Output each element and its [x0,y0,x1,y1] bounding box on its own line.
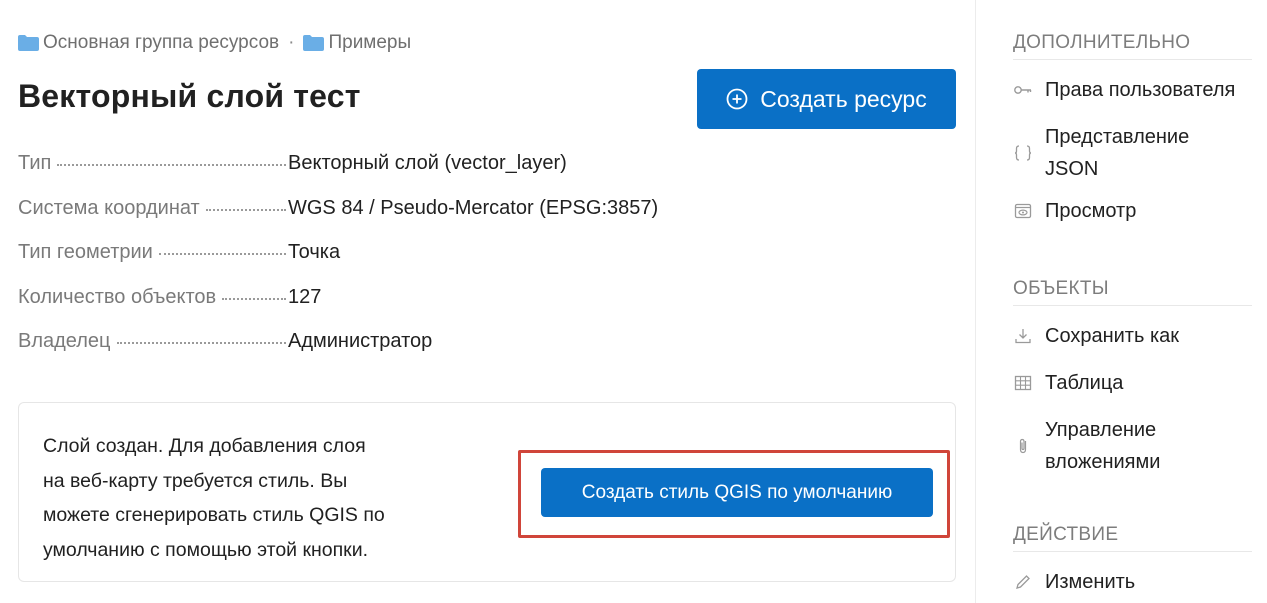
breadcrumb-item-examples[interactable]: Примеры [303,32,411,54]
section-title-action: ДЕЙСТВИЕ [1013,524,1252,552]
key-icon [1013,80,1033,100]
notice-line: Слой создан. Для добавления слоя [43,435,366,457]
section-title-additional: ДОПОЛНИТЕЛЬНО [1013,32,1252,60]
property-value: WGS 84 / Pseudo-Mercator (EPSG:3857) [288,196,659,219]
property-row-type: Тип Векторный слой (vector_layer) [18,152,698,197]
sidebar-item-label: Изменить [1045,571,1136,593]
sidebar-item-label-line: вложениями [1045,451,1161,473]
sidebar-item-preview[interactable]: Просмотр [1013,195,1258,227]
property-value: Точка [288,241,341,263]
folder-icon [18,35,39,51]
property-key: Владелец [18,330,286,353]
paperclip-icon [1013,436,1033,456]
right-sidebar: ДОПОЛНИТЕЛЬНО Права пользователя Предста… [975,0,1267,603]
style-notice-card: Слой создан. Для добавления слоя на веб-… [18,402,956,582]
properties-list: Тип Векторный слой (vector_layer) Систем… [18,152,698,375]
sidebar-item-save-as[interactable]: Сохранить как [1013,320,1258,352]
leader-dots [57,164,286,166]
property-key-label: Тип геометрии [18,241,153,263]
property-key-label: Количество объектов [18,285,217,308]
sidebar-item-user-permissions[interactable]: Права пользователя [1013,74,1258,106]
property-key: Тип [18,152,286,175]
braces-icon [1013,143,1033,163]
download-icon [1013,326,1033,346]
property-key-label: Тип [18,152,52,174]
breadcrumb-separator: · [288,32,295,53]
plus-circle-icon [726,88,748,110]
property-key: Тип геометрии [18,241,286,264]
property-value: Администратор [288,330,433,352]
table-icon [1013,373,1033,393]
notice-line: на веб-карту требуется стиль. Вы [43,469,348,492]
sidebar-item-label: Таблица [1045,372,1124,394]
sidebar-item-json-view[interactable]: Представление JSON [1013,121,1258,185]
leader-dots [222,297,286,300]
sidebar-item-label-line: Управление [1045,419,1157,441]
breadcrumb: Основная группа ресурсов · Примеры [18,32,411,54]
sidebar-item-label-wrap: Управление вложениями [1045,414,1160,478]
breadcrumb-label: Основная группа ресурсов [43,32,280,53]
property-key-label: Система координат [18,196,200,219]
section-title-objects: ОБЪЕКТЫ [1013,278,1252,306]
create-resource-button[interactable]: Создать ресурс [697,69,956,129]
create-default-style-button[interactable]: Создать стиль QGIS по умолчанию [541,468,933,517]
sidebar-item-label: Просмотр [1045,200,1137,222]
breadcrumb-item-main-group[interactable]: Основная группа ресурсов [18,32,279,54]
leader-dots [158,253,286,255]
property-key-label: Владелец [18,330,111,352]
property-key: Количество объектов [18,286,286,309]
breadcrumb-label: Примеры [328,32,412,53]
property-row-owner: Владелец Администратор [18,330,698,375]
leader-dots [116,342,286,344]
sidebar-item-label: Права пользователя [1045,79,1236,101]
sidebar-item-label-line: JSON [1045,158,1099,180]
page-title: Векторный слой тест [18,78,361,114]
property-value: 127 [288,285,322,308]
property-key: Система координат [18,197,286,220]
sidebar-item-table[interactable]: Таблица [1013,367,1258,399]
notice-line: умолчанию с помощью этой кнопки. [43,538,369,561]
sidebar-item-label-wrap: Представление JSON [1045,121,1189,185]
main-content: Основная группа ресурсов · Примеры Векто… [0,0,975,603]
preview-icon [1013,201,1033,221]
page: Основная группа ресурсов · Примеры Векто… [0,0,1267,603]
sidebar-item-edit[interactable]: Изменить [1013,566,1258,598]
notice-text: Слой создан. Для добавления слоя на веб-… [43,429,433,567]
folder-icon [303,35,325,51]
sidebar-item-label-line: Представление [1045,126,1190,148]
create-resource-label: Создать ресурс [760,85,927,112]
sidebar-item-label: Сохранить как [1045,325,1180,347]
pencil-icon [1013,572,1033,592]
property-row-count: Количество объектов 127 [18,286,698,331]
leader-dots [205,208,286,211]
property-value: Векторный слой (vector_layer) [288,152,567,174]
property-row-crs: Система координат WGS 84 / Pseudo-Mercat… [18,197,698,242]
notice-line: можете сгенерировать стиль QGIS по [43,504,385,526]
sidebar-item-attachments[interactable]: Управление вложениями [1013,414,1258,478]
property-row-geometry: Тип геометрии Точка [18,241,698,286]
